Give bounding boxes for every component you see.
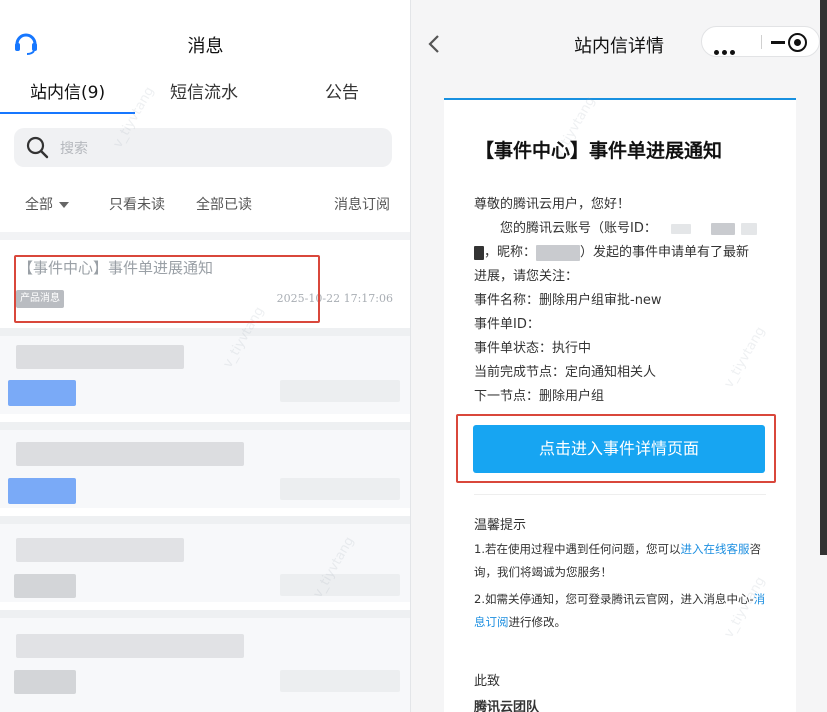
account-line-1-text: 您的腾讯云账号（账号ID： [500, 221, 657, 236]
next-node: 下一节点：删除用户组 [474, 389, 605, 404]
redacted-time [280, 670, 400, 692]
tip-1: 1.若在使用过程中遇到任何问题，您可以进入在线客服咨询，我们将竭诚为您服务！ [474, 538, 774, 584]
section-divider [474, 494, 766, 495]
minimize-icon[interactable] [771, 41, 785, 44]
event-id: 事件单ID： [474, 317, 540, 332]
notification-heading: 【事件中心】事件单进展通知 [475, 140, 723, 162]
account-line-1: 您的腾讯云账号（账号ID： [500, 217, 758, 236]
detail-header: 站内信详情 [411, 0, 827, 68]
greeting-text: 尊敬的腾讯云用户，您好！ [474, 197, 631, 212]
close-target-icon[interactable] [788, 33, 807, 52]
current-node: 当前完成节点：定向通知相关人 [474, 365, 657, 380]
signature-text: 腾讯云团队 [474, 700, 540, 712]
scrollbar[interactable] [820, 0, 827, 555]
mark-all-read-button[interactable]: 全部已读 [196, 194, 252, 214]
redacted-account-id [741, 222, 758, 235]
message-list-panel: 消息 站内信(9) 短信流水 公告 搜索 全部 只看未读 全部已读 消息订阅 【… [0, 0, 411, 712]
filter-all-label: 全部 [25, 197, 53, 213]
filter-bar: 全部 只看未读 全部已读 消息订阅 [0, 194, 411, 218]
tab-sms-log[interactable]: 短信流水 [170, 78, 238, 103]
tip-2: 2.如需关停通知，您可登录腾讯云官网，进入消息中心-消息订阅进行修改。 [474, 588, 774, 634]
message-subscribe-link[interactable]: 消息订阅 [334, 194, 390, 214]
list-item[interactable] [0, 610, 411, 712]
tab-announcements[interactable]: 公告 [325, 78, 359, 103]
account-line-2: ，昵称： ）发起的事件申请单有了最新 [474, 241, 749, 261]
tip-2-text-b: 进行修改。 [508, 615, 567, 629]
tip-2-text-a: 2.如需关停通知，您可登录腾讯云官网，进入消息中心- [474, 592, 754, 606]
list-title: 消息 [187, 36, 224, 57]
list-divider [0, 232, 411, 240]
event-name: 事件名称：删除用户组审批-new [474, 293, 662, 308]
event-status: 事件单状态：执行中 [474, 341, 592, 356]
redacted-account-id [474, 245, 484, 260]
redacted-title [16, 538, 184, 562]
redacted-account-id [671, 223, 691, 234]
capsule-divider [761, 35, 762, 49]
message-detail-panel: 站内信详情 【事件中心】事件单进展通知 尊敬的腾讯云用户，您好！ 您的腾讯云账号… [411, 0, 827, 712]
account-line-2-a: ，昵称： [484, 245, 537, 260]
redacted-tag [8, 478, 76, 504]
more-menu-icon[interactable] [714, 40, 738, 59]
search-box[interactable]: 搜索 [14, 128, 392, 167]
filter-all-dropdown[interactable]: 全部 [25, 194, 69, 214]
tip-1-text-a: 1.若在使用过程中遇到任何问题，您可以 [474, 542, 681, 556]
redacted-tag [14, 574, 76, 598]
list-item[interactable] [0, 422, 411, 508]
app-root: 消息 站内信(9) 短信流水 公告 搜索 全部 只看未读 全部已读 消息订阅 【… [0, 0, 827, 712]
list-item[interactable] [0, 328, 411, 414]
card-accent-line [444, 98, 796, 100]
online-support-link[interactable]: 进入在线客服 [680, 542, 749, 556]
list-header: 消息 [0, 0, 411, 68]
notification-card: 【事件中心】事件单进展通知 尊敬的腾讯云用户，您好！ 您的腾讯云账号（账号ID：… [444, 98, 796, 712]
highlight-annotation-box [14, 255, 320, 323]
redacted-nickname [536, 244, 581, 261]
redacted-title [16, 442, 244, 466]
search-input[interactable]: 搜索 [60, 138, 88, 158]
caret-down-icon [59, 202, 69, 208]
redacted-account-id [711, 222, 736, 235]
redacted-tag [14, 670, 76, 694]
redacted-tag [8, 380, 76, 406]
active-tab-indicator [0, 112, 135, 114]
message-tabs: 站内信(9) 短信流水 公告 [0, 78, 411, 116]
redacted-title [16, 345, 184, 369]
tab-inbox[interactable]: 站内信(9) [30, 78, 105, 103]
account-line-2-b: ）发起的事件申请单有了最新 [580, 245, 750, 260]
filter-unread-only[interactable]: 只看未读 [109, 194, 165, 214]
redacted-time [280, 574, 400, 596]
redacted-title [16, 634, 244, 658]
redacted-time [280, 478, 400, 500]
closing-text: 此致 [474, 674, 501, 689]
tips-title: 温馨提示 [474, 518, 527, 533]
highlight-annotation-box [456, 414, 776, 483]
redacted-time [280, 380, 400, 402]
search-icon [26, 136, 49, 159]
list-item[interactable] [0, 516, 411, 602]
mini-program-capsule [701, 26, 820, 57]
account-line-3: 进展，请您关注： [474, 269, 579, 284]
